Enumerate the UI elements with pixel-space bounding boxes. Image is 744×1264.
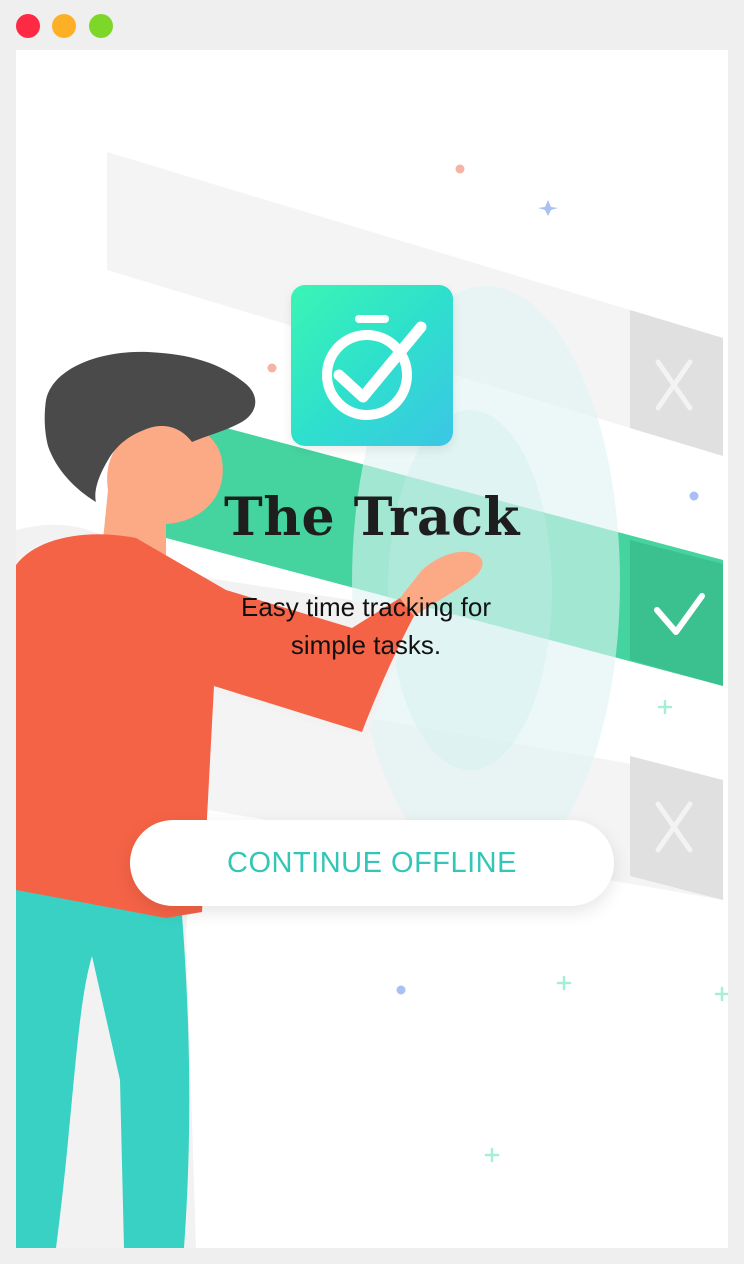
- app-subtitle: Easy time tracking for simple tasks.: [241, 592, 491, 660]
- stopwatch-check-icon: [322, 315, 427, 420]
- sparkle-dot: [267, 363, 277, 373]
- continue-offline-button[interactable]: CONTINUE OFFLINE: [130, 820, 614, 906]
- sparkle-star: [538, 200, 558, 216]
- close-window-button[interactable]: [16, 14, 40, 38]
- window-titlebar: [0, 0, 744, 50]
- sparkle-dot: [455, 164, 465, 174]
- maximize-window-button[interactable]: [89, 14, 113, 38]
- app-title: The Track: [224, 487, 520, 548]
- onboarding-screen: The Track Easy time tracking for simple …: [16, 50, 728, 1248]
- app-logo: [291, 285, 453, 446]
- sparkle-dot: [396, 985, 406, 995]
- minimize-window-button[interactable]: [52, 14, 76, 38]
